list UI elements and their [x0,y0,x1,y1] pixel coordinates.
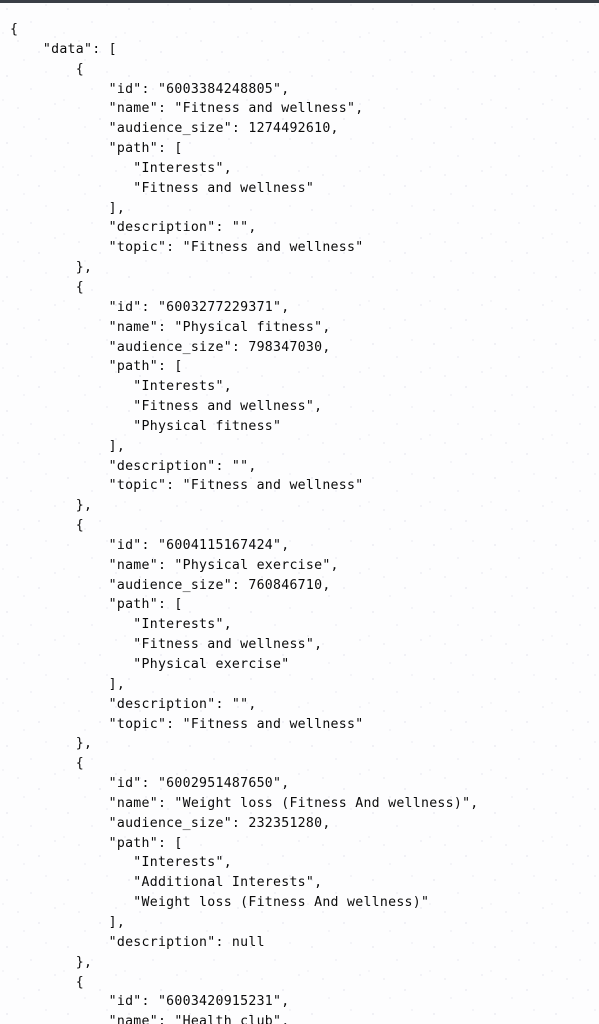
json-response-text: { "data": [ { "id": "6003384248805", "na… [10,22,479,1024]
screenshot-root: { "data": [ { "id": "6003384248805", "na… [0,0,599,1024]
json-output-surface: { "data": [ { "id": "6003384248805", "na… [0,3,599,1024]
